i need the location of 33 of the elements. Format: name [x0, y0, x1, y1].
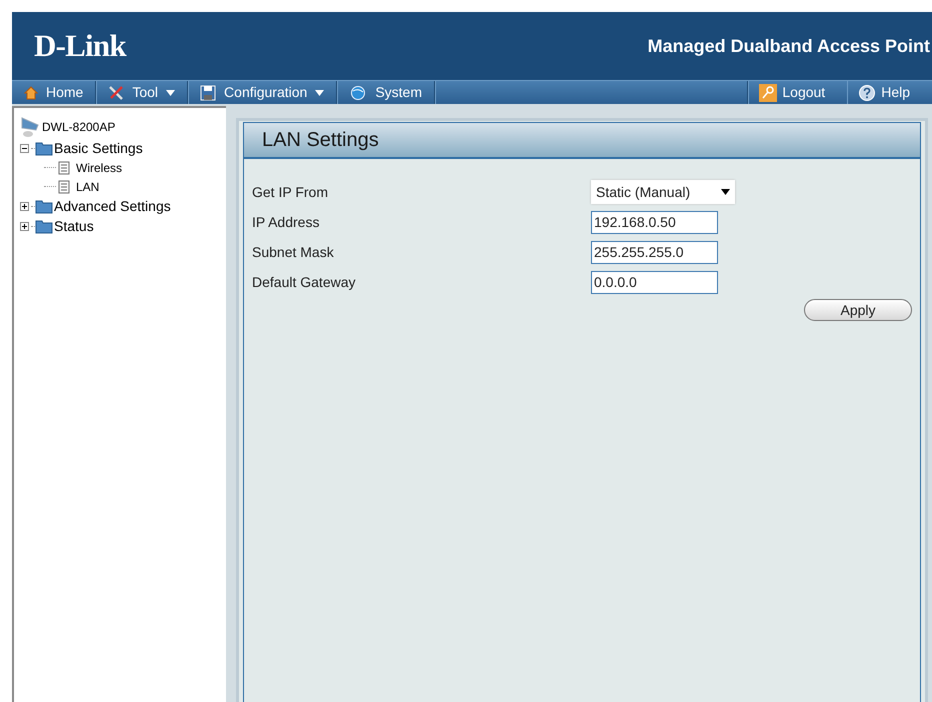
key-icon — [759, 84, 778, 102]
folder-icon — [35, 198, 53, 214]
tree-item[interactable]: Wireless — [76, 158, 122, 176]
dropdown[interactable]: Static (Manual) — [591, 180, 735, 204]
tree-item[interactable]: LAN — [76, 178, 100, 196]
apply-button[interactable]: Apply — [804, 299, 912, 321]
tree-item[interactable]: DWL-8200AP — [42, 118, 116, 136]
logo: D-Link — [34, 26, 126, 65]
document-icon — [58, 180, 70, 194]
field-label: Get IP From — [252, 182, 329, 202]
document-icon — [58, 160, 70, 174]
field-label: Default Gateway — [252, 272, 356, 292]
tree-item[interactable]: Status — [54, 216, 94, 236]
folder-icon — [35, 218, 53, 234]
field-label: Subnet Mask — [252, 242, 335, 262]
caret-icon — [721, 189, 730, 195]
expand-icon[interactable] — [20, 222, 29, 230]
help-icon — [858, 84, 876, 102]
input-field[interactable]: 0.0.0.0 — [591, 270, 718, 294]
tree-item[interactable]: Advanced Settings — [54, 196, 171, 216]
input-field[interactable]: 192.168.0.50 — [591, 210, 718, 234]
folder-icon — [35, 140, 53, 156]
globe-icon — [349, 84, 368, 100]
expand-icon[interactable] — [20, 202, 29, 210]
tools-icon — [108, 84, 124, 100]
field-label: IP Address — [252, 212, 320, 232]
home-icon — [24, 86, 38, 100]
input-field[interactable]: 255.255.255.0 — [591, 240, 718, 264]
panel-title: LAN Settings — [262, 128, 379, 153]
collapse-icon[interactable] — [20, 144, 29, 152]
computer-icon — [20, 116, 40, 138]
tree-item[interactable]: Basic Settings — [54, 138, 143, 158]
header-title: Managed Dualband Access Point — [648, 34, 930, 58]
